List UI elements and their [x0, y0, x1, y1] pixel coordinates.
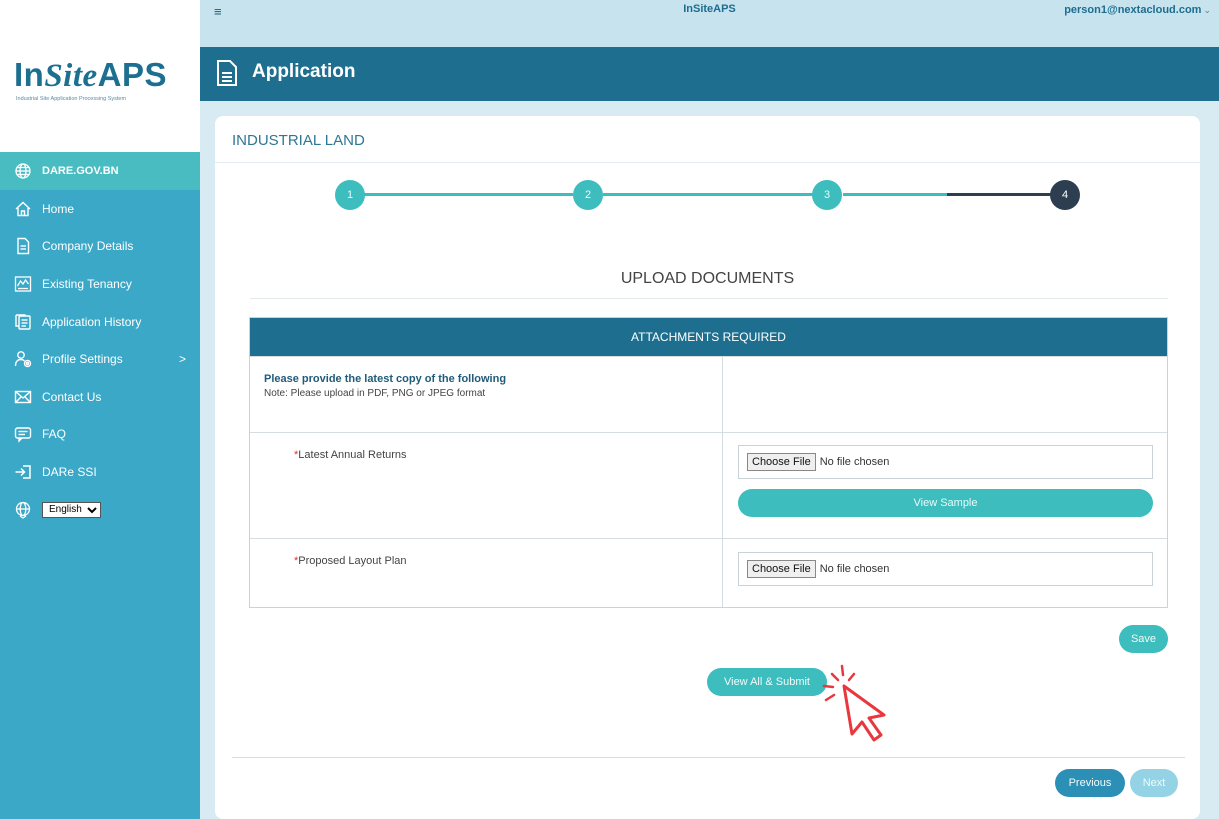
- user-menu[interactable]: person1@nextacloud.com ⌄: [1064, 4, 1211, 16]
- view-all-submit-button[interactable]: View All & Submit: [707, 668, 827, 696]
- instructions-note: Note: Please upload in PDF, PNG or JPEG …: [264, 388, 486, 399]
- globe-icon: [12, 162, 34, 180]
- document-icon: [12, 237, 34, 255]
- top-bar: ≡ InSiteAPS person1@nextacloud.com ⌄: [200, 0, 1219, 47]
- table-row: *Proposed Layout Plan Choose File No fil…: [250, 538, 1167, 607]
- faq-icon: [12, 425, 34, 444]
- document-icon: [216, 59, 238, 87]
- file-input-layout-plan[interactable]: Choose File No file chosen: [738, 552, 1153, 586]
- step-connector: [603, 193, 813, 196]
- profile-icon: [12, 350, 34, 368]
- click-pointer-icon: [822, 664, 886, 742]
- sidebar-item-label: FAQ: [42, 427, 67, 442]
- step-connector: [947, 193, 1051, 196]
- step-4[interactable]: 4: [1050, 180, 1080, 210]
- sidebar-item-dare-ssi[interactable]: DARe SSI: [0, 453, 200, 491]
- sidebar-item-existing-tenancy[interactable]: Existing Tenancy: [0, 265, 200, 303]
- sidebar-item-label: Application History: [42, 314, 142, 329]
- sidebar-item-label: DARe SSI: [42, 464, 97, 479]
- sidebar-item-label: Profile Settings: [42, 352, 123, 367]
- home-icon: [12, 200, 34, 218]
- sidebar-nav: DARE.GOV.BN Home Company Details Existin…: [0, 152, 200, 819]
- sidebar-item-faq[interactable]: FAQ: [0, 416, 200, 454]
- sidebar-item-label: Contact Us: [42, 389, 102, 404]
- language-globe-icon: [12, 501, 34, 519]
- chevron-right-icon[interactable]: >: [179, 352, 186, 366]
- chevron-down-icon: ⌄: [1203, 5, 1211, 15]
- table-row: *Latest Annual Returns Choose File No fi…: [250, 432, 1167, 538]
- sidebar-item-label: Existing Tenancy: [42, 276, 132, 291]
- previous-button[interactable]: Previous: [1055, 769, 1125, 797]
- field-label-annual-returns: *Latest Annual Returns: [294, 449, 407, 461]
- instructions-title: Please provide the latest copy of the fo…: [264, 373, 507, 385]
- step-2[interactable]: 2: [573, 180, 603, 210]
- mail-icon: [12, 388, 34, 406]
- choose-file-button[interactable]: Choose File: [747, 560, 816, 578]
- history-icon: [12, 313, 34, 331]
- sidebar-item-label: DARE.GOV.BN: [42, 165, 119, 177]
- table-header: ATTACHMENTS REQUIRED: [250, 318, 1167, 356]
- save-button[interactable]: Save: [1119, 625, 1168, 653]
- file-status: No file chosen: [819, 563, 890, 575]
- step-connector: [360, 193, 573, 196]
- view-sample-button[interactable]: View Sample: [738, 489, 1153, 517]
- field-label-layout-plan: *Proposed Layout Plan: [294, 555, 407, 567]
- next-button[interactable]: Next: [1130, 769, 1178, 797]
- sidebar-item-label: Company Details: [42, 239, 134, 254]
- sidebar-language: English: [0, 491, 200, 529]
- divider: [232, 757, 1185, 758]
- logo: InSiteAPS Industrial Site Application Pr…: [14, 56, 189, 102]
- sidebar-item-label: Home: [42, 201, 75, 216]
- sidebar-item-contact-us[interactable]: Contact Us: [0, 378, 200, 416]
- table-row: Please provide the latest copy of the fo…: [250, 356, 1167, 432]
- chart-icon: [12, 275, 34, 293]
- choose-file-button[interactable]: Choose File: [747, 453, 816, 471]
- page-title: Application: [252, 61, 356, 82]
- attachments-table: ATTACHMENTS REQUIRED Please provide the …: [249, 317, 1168, 608]
- step-connector: [843, 193, 947, 196]
- page-header: Application: [200, 47, 1219, 101]
- exit-icon: [12, 463, 34, 481]
- step-3[interactable]: 3: [812, 180, 842, 210]
- sidebar-item-application-history[interactable]: Application History: [0, 303, 200, 341]
- file-status: No file chosen: [819, 456, 890, 468]
- sidebar-item-company-details[interactable]: Company Details: [0, 228, 200, 266]
- section-title: UPLOAD DOCUMENTS: [620, 270, 795, 287]
- file-input-annual-returns[interactable]: Choose File No file chosen: [738, 445, 1153, 479]
- divider: [215, 162, 1200, 163]
- logo-subtitle: Industrial Site Application Processing S…: [16, 96, 127, 102]
- divider: [250, 298, 1168, 299]
- sidebar-item-home[interactable]: Home: [0, 190, 200, 228]
- user-email: person1@nextacloud.com: [1064, 4, 1202, 16]
- sidebar-item-dare-gov-bn[interactable]: DARE.GOV.BN: [0, 152, 200, 190]
- step-1[interactable]: 1: [335, 180, 365, 210]
- card-title: INDUSTRIAL LAND: [232, 132, 365, 149]
- sidebar: InSiteAPS Industrial Site Application Pr…: [0, 0, 200, 819]
- sidebar-item-profile-settings[interactable]: Profile Settings >: [0, 340, 200, 378]
- language-select[interactable]: English: [42, 501, 101, 518]
